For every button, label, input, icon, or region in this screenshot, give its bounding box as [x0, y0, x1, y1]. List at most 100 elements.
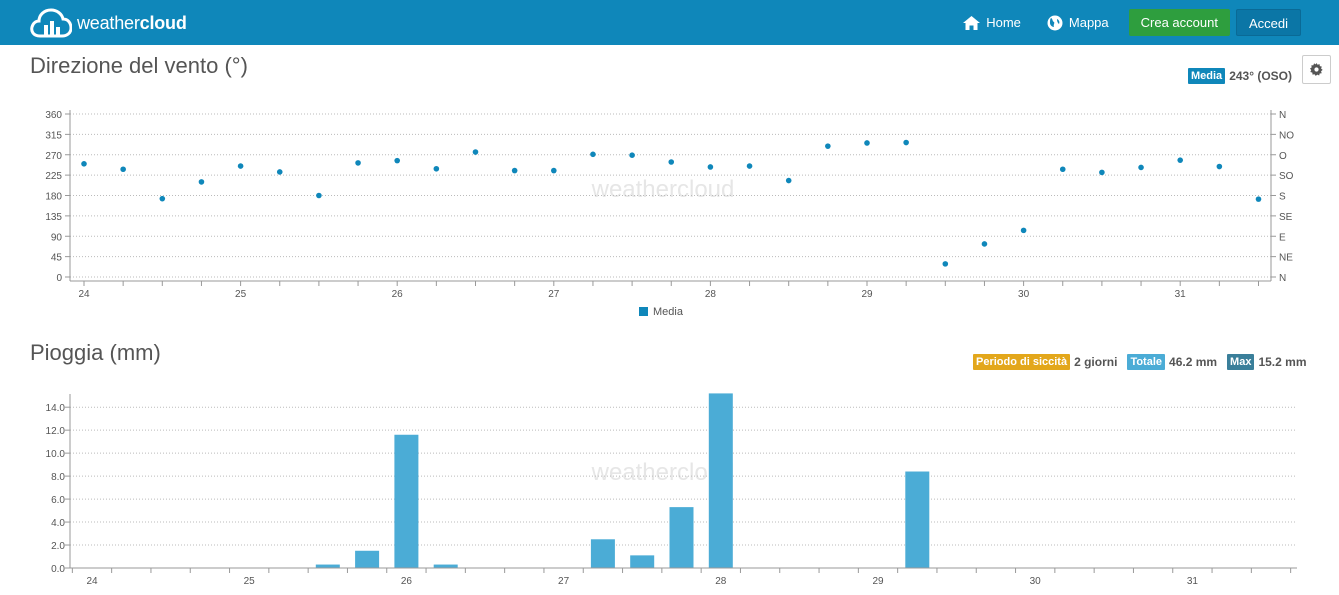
nav-home-label: Home: [986, 15, 1021, 30]
data-point: [942, 261, 949, 267]
x-tick-label: 29: [872, 576, 884, 587]
data-point: [159, 195, 166, 202]
data-point: [81, 161, 87, 167]
y-tick-label: 315: [45, 130, 62, 141]
dry-period-value: 2 giorni: [1074, 355, 1118, 369]
data-point: [316, 192, 322, 199]
y-tick-label: 12.0: [46, 426, 66, 437]
y2-tick-label: N: [1279, 110, 1286, 121]
x-tick-label: 30: [1030, 576, 1042, 587]
rain-bar: [669, 507, 694, 568]
data-point: [1099, 169, 1105, 176]
y-tick-label: 2.0: [51, 541, 65, 552]
y2-tick-label: NE: [1279, 253, 1293, 264]
rain-bar: [905, 471, 930, 568]
rain-bar: [315, 564, 340, 568]
x-tick-label: 31: [1187, 576, 1199, 587]
rain-total-badge: Totale: [1127, 354, 1166, 370]
chart-settings-button[interactable]: [1302, 55, 1331, 84]
x-tick-label: 28: [715, 576, 727, 587]
y2-tick-label: N: [1279, 273, 1286, 284]
y2-tick-label: O: [1279, 151, 1287, 162]
data-point: [1177, 157, 1183, 163]
data-point: [590, 151, 596, 158]
data-point: [981, 241, 988, 247]
gear-icon: [1310, 63, 1323, 76]
rain-title: Pioggia (mm): [30, 340, 161, 365]
rain-max-value: 15.2 mm: [1258, 355, 1307, 369]
x-tick-label: 31: [1175, 289, 1187, 300]
data-point: [707, 164, 714, 170]
dry-period-badge: Periodo di siccità: [973, 354, 1071, 370]
rain-summary: Periodo di siccità 2 giorni Totale 46.2 …: [973, 354, 1306, 370]
y-tick-label: 270: [45, 151, 62, 162]
rain-total-value: 46.2 mm: [1169, 355, 1218, 369]
data-point: [864, 140, 870, 146]
x-tick-label: 29: [861, 289, 873, 300]
wind-summary: Media 243° (OSO): [1188, 68, 1292, 84]
wind-average-value: 243° (OSO): [1229, 69, 1293, 83]
wind-average-badge: Media: [1188, 68, 1226, 84]
globe-icon: [1047, 15, 1063, 30]
y-tick-label: 8.0: [51, 472, 65, 483]
data-point: [1255, 196, 1262, 202]
y-tick-label: 0.0: [51, 564, 65, 575]
x-tick-label: 28: [705, 289, 717, 300]
cloud-logo-icon: [30, 8, 72, 38]
y-tick-label: 135: [45, 212, 62, 223]
y-tick-label: 45: [51, 253, 63, 264]
rain-bar: [708, 393, 733, 568]
wind-direction-title: Direzione del vento (°): [30, 53, 248, 78]
rain-bar: [394, 434, 419, 568]
data-point: [785, 177, 792, 184]
x-tick-label: 24: [86, 576, 98, 587]
brand-logo[interactable]: weathercloud: [30, 6, 187, 40]
wind-direction-chart: weathercloud 0 N 45 NE 90 E 135 SE 180 S 225 SO 270 O…: [45, 110, 1294, 318]
data-point: [629, 152, 635, 159]
x-tick-label: 24: [78, 289, 90, 300]
create-account-button[interactable]: Crea account: [1128, 9, 1230, 36]
rain-bar: [355, 550, 380, 568]
top-navbar: weathercloud Home Mappa Crea account Acc…: [0, 0, 1339, 45]
data-point: [276, 169, 283, 175]
data-point: [1216, 163, 1223, 170]
y-tick-label: 180: [45, 192, 62, 203]
data-point: [551, 167, 557, 174]
y2-tick-label: NO: [1279, 130, 1294, 141]
legend-label: Media: [653, 306, 684, 318]
rain-bar: [590, 539, 615, 568]
data-point: [903, 139, 909, 146]
x-tick-label: 27: [558, 576, 570, 587]
nav-map-link[interactable]: Mappa: [1047, 15, 1109, 31]
data-point: [472, 149, 479, 155]
y-tick-label: 10.0: [46, 449, 66, 460]
wind-legend[interactable]: Media: [639, 306, 684, 318]
data-point: [355, 160, 361, 166]
rain-bar: [433, 564, 458, 568]
legend-swatch: [639, 307, 648, 316]
y-tick-label: 6.0: [51, 495, 65, 506]
y2-tick-label: E: [1279, 232, 1286, 243]
nav-home-link[interactable]: Home: [963, 15, 1021, 30]
data-point: [746, 163, 753, 169]
y-tick-label: 225: [45, 171, 62, 182]
rain-bar: [630, 555, 655, 568]
y-tick-label: 4.0: [51, 518, 65, 529]
y2-tick-label: SE: [1279, 212, 1293, 223]
chart-watermark: weathercloud: [591, 176, 735, 203]
nav-map-label: Mappa: [1068, 15, 1109, 30]
y-tick-label: 14.0: [46, 403, 66, 414]
data-point: [511, 167, 518, 174]
data-point: [237, 163, 244, 169]
login-button[interactable]: Accedi: [1235, 9, 1301, 36]
home-icon: [963, 15, 981, 30]
brand-name: weathercloud: [77, 12, 187, 33]
data-point: [433, 165, 440, 172]
data-point: [198, 179, 205, 185]
y2-tick-label: S: [1279, 192, 1286, 203]
data-point: [1020, 227, 1027, 234]
y2-tick-label: SO: [1279, 171, 1294, 182]
x-tick-label: 25: [244, 576, 256, 587]
rain-chart: weathercloud 0.02.04.06.08.010.012.014.0…: [46, 393, 1297, 587]
data-point: [1138, 164, 1144, 171]
